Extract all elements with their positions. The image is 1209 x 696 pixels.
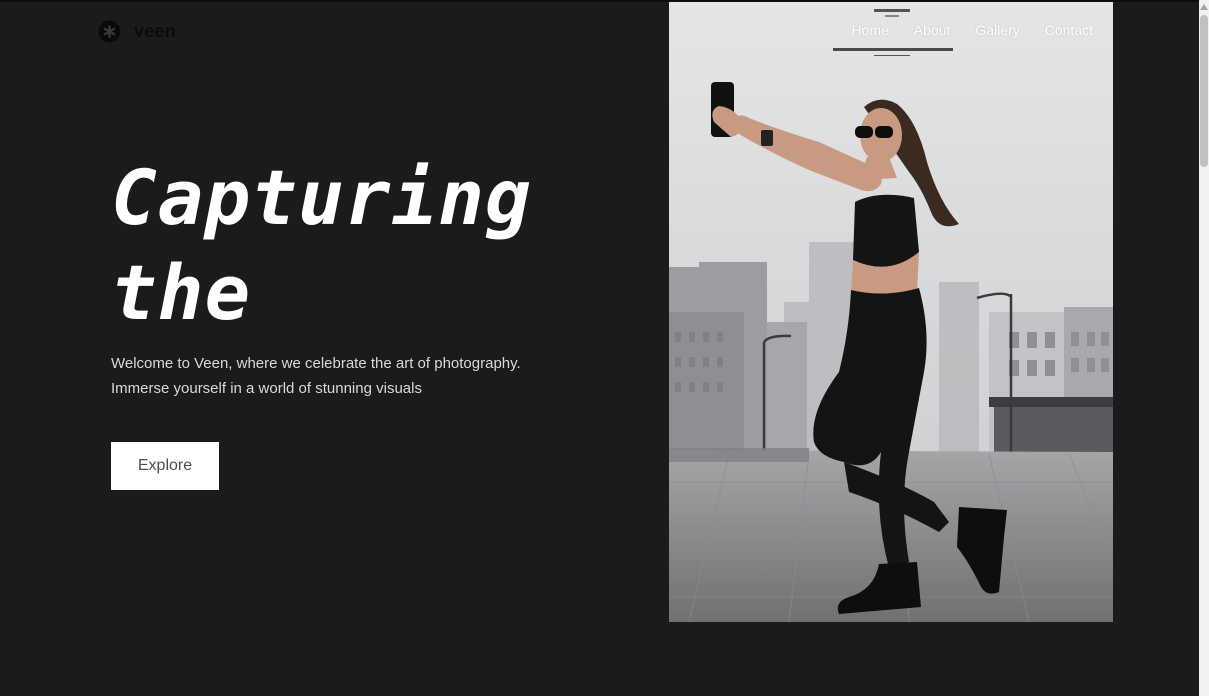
hero-title: Capturing the — [111, 150, 631, 340]
hero-subtitle-line-1: Welcome to Veen, where we celebrate the … — [111, 355, 521, 372]
scrollbar-thumb[interactable] — [1200, 15, 1208, 167]
main-nav: Home About Gallery Contact — [826, 22, 1093, 38]
hero-subtitle: Welcome to Veen, where we celebrate the … — [111, 351, 571, 401]
nav-gallery[interactable]: Gallery — [950, 22, 1019, 38]
brand-logo[interactable]: veen — [98, 20, 176, 43]
hero-photo-illustration — [669, 2, 1113, 622]
nav-contact[interactable]: Contact — [1020, 22, 1093, 38]
scroll-up-arrow-icon[interactable] — [1199, 0, 1209, 14]
hero-title-line-1: Capturing — [111, 153, 532, 242]
nav-about[interactable]: About — [889, 22, 951, 38]
hero-subtitle-line-2: Immerse yourself in a world of stunning … — [111, 380, 422, 397]
hero-photo — [669, 2, 1113, 622]
asterisk-logo-icon — [98, 20, 121, 43]
hero-title-line-2: the — [111, 248, 252, 337]
page: veen Capturing the Welcome to Veen, wher… — [0, 0, 1199, 696]
explore-button[interactable]: Explore — [111, 442, 219, 490]
vertical-scrollbar[interactable] — [1199, 0, 1209, 696]
nav-home[interactable]: Home — [826, 22, 888, 38]
brand-name: veen — [134, 21, 176, 41]
